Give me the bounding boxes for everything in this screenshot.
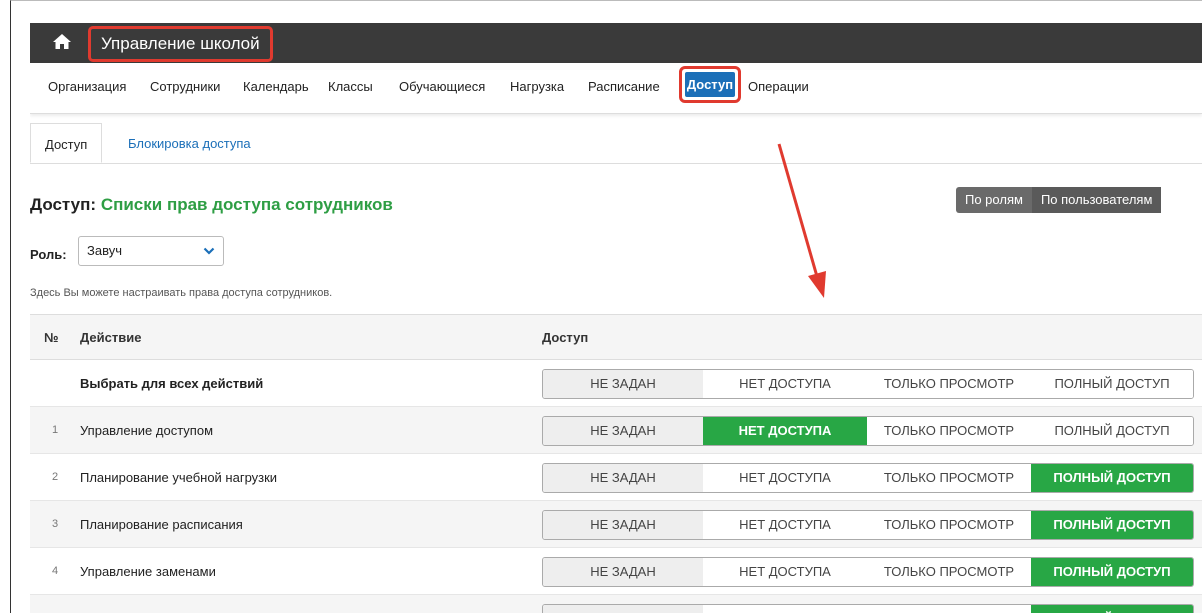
page-title-text: Списки прав доступа сотрудников: [100, 195, 393, 214]
nav-item-employees[interactable]: Сотрудники: [150, 79, 220, 94]
nav-item-access-label: Доступ: [685, 72, 735, 97]
tab-block-access[interactable]: Блокировка доступа: [114, 123, 265, 163]
access-option-no-access[interactable]: НЕТ ДОСТУПА: [703, 511, 867, 539]
row-number: 4: [52, 565, 59, 577]
access-option-not-set[interactable]: НЕ ЗАДАН: [543, 417, 703, 445]
access-option-view-only[interactable]: ТОЛЬКО ПРОСМОТР: [867, 511, 1031, 539]
access-option-not-set[interactable]: НЕ ЗАДАН: [543, 511, 703, 539]
nav-item-classes[interactable]: Классы: [328, 79, 373, 94]
access-group: НЕ ЗАДАННЕТ ДОСТУПАТОЛЬКО ПРОСМОТРПОЛНЫЙ…: [542, 463, 1194, 493]
row-action: Управление заменами: [80, 564, 216, 579]
nav-item-workload[interactable]: Нагрузка: [510, 79, 564, 94]
access-option-view-only[interactable]: ТОЛЬКО ПРОСМОТР: [867, 464, 1031, 492]
access-option-no-access[interactable]: НЕТ ДОСТУПА: [703, 370, 867, 398]
access-table: № Действие Доступ Выбрать для всех дейст…: [30, 314, 1202, 613]
by-roles-button[interactable]: По ролям: [956, 187, 1032, 213]
app-title: Управление школой: [88, 26, 273, 62]
chevron-down-icon: [203, 247, 215, 255]
nav-item-organization[interactable]: Организация: [48, 79, 126, 94]
col-access-header: Доступ: [542, 330, 589, 345]
view-toggle: По ролям По пользователям: [956, 187, 1162, 213]
access-option-view-only[interactable]: ТОЛЬКО ПРОСМОТР: [867, 605, 1031, 613]
tab-access[interactable]: Доступ: [30, 123, 103, 163]
table-header: № Действие Доступ: [30, 314, 1202, 360]
access-option-no-access[interactable]: НЕТ ДОСТУПА: [703, 417, 867, 445]
table-row: 2 Планирование учебной нагрузки НЕ ЗАДАН НЕ…: [30, 454, 1202, 501]
access-option-view-only[interactable]: ТОЛЬКО ПРОСМОТР: [867, 417, 1031, 445]
table-row: 1 Управление доступом НЕ ЗАДАН НЕТ ДОСТУПА Т…: [30, 407, 1202, 454]
row-number: 2: [52, 471, 59, 483]
row-number: 3: [52, 518, 59, 530]
access-group: НЕ ЗАДАННЕТ ДОСТУПАТОЛЬКО ПРОСМОТРПОЛНЫЙ…: [542, 510, 1194, 540]
hint-text: Здесь Вы можете настраивать права доступ…: [30, 287, 333, 299]
access-option-view-only[interactable]: ТОЛЬКО ПРОСМОТР: [867, 370, 1031, 398]
access-option-not-set[interactable]: НЕ ЗАДАН: [543, 605, 703, 613]
row-action: Планирование расписания: [80, 517, 243, 532]
page-title: Доступ: Списки прав доступа сотрудников: [30, 195, 393, 215]
access-option-not-set[interactable]: НЕ ЗАДАН: [543, 558, 703, 586]
access-option-full-access[interactable]: ПОЛНЫЙ ДОСТУП: [1031, 605, 1193, 613]
access-option-full-access[interactable]: ПОЛНЫЙ ДОСТУП: [1031, 417, 1193, 445]
access-option-not-set[interactable]: НЕ ЗАДАН: [543, 464, 703, 492]
access-option-full-access[interactable]: ПОЛНЫЙ ДОСТУП: [1031, 370, 1193, 398]
table-row: 3 Планирование расписания НЕ ЗАДАН НЕТ ДОСТ…: [30, 501, 1202, 548]
row-action: Планирование учебной нагрузки: [80, 470, 278, 485]
access-group: НЕ ЗАДАННЕТ ДОСТУПАТОЛЬКО ПРОСМОТРПОЛНЫЙ…: [542, 416, 1194, 446]
row-number: 1: [52, 424, 59, 436]
access-option-no-access[interactable]: НЕТ ДОСТУПА: [703, 558, 867, 586]
tab-bar: Доступ Блокировка доступа: [30, 123, 1202, 164]
select-all-access-group: НЕ ЗАДАН НЕТ ДОСТУПА ТОЛЬКО ПРОСМОТР ПОЛ…: [542, 369, 1194, 399]
home-icon[interactable]: [52, 32, 72, 52]
page-title-prefix: Доступ:: [30, 195, 97, 214]
col-num-header: №: [44, 330, 59, 345]
col-action-header: Действие: [80, 330, 142, 345]
by-users-button[interactable]: По пользователям: [1031, 187, 1162, 213]
access-group: НЕ ЗАДАННЕТ ДОСТУПАТОЛЬКО ПРОСМОТРПОЛНЫЙ…: [542, 557, 1194, 587]
access-option-view-only[interactable]: ТОЛЬКО ПРОСМОТР: [867, 558, 1031, 586]
access-option-full-access[interactable]: ПОЛНЫЙ ДОСТУП: [1031, 558, 1193, 586]
nav-item-access[interactable]: Доступ: [679, 66, 741, 103]
select-all-row: Выбрать для всех действий НЕ ЗАДАН НЕТ Д…: [30, 360, 1202, 407]
role-select-value: Завуч: [87, 243, 122, 258]
role-label: Роль:: [30, 247, 67, 262]
nav-item-operations[interactable]: Операции: [748, 79, 809, 94]
table-row: 4 Управление заменами НЕ ЗАДАН НЕТ ДОСТУПА Т…: [30, 548, 1202, 595]
access-option-not-set[interactable]: НЕ ЗАДАН: [543, 370, 703, 398]
top-bar: Управление школой: [30, 23, 1202, 63]
access-option-full-access[interactable]: ПОЛНЫЙ ДОСТУП: [1031, 464, 1193, 492]
select-all-label: Выбрать для всех действий: [80, 376, 264, 391]
main-nav: Организация Сотрудники Календарь Классы …: [30, 63, 1202, 114]
nav-item-calendar[interactable]: Календарь: [243, 79, 309, 94]
table-row: 5Управление контрольными работамиНЕ ЗАДА…: [30, 595, 1202, 613]
nav-item-schedule[interactable]: Расписание: [588, 79, 660, 94]
role-select[interactable]: Завуч: [78, 236, 224, 266]
row-action: Управление доступом: [80, 423, 214, 438]
nav-item-students[interactable]: Обучающиеся: [399, 79, 485, 94]
access-option-no-access[interactable]: НЕТ ДОСТУПА: [703, 464, 867, 492]
app-frame: Управление школой Организация Сотрудники…: [30, 23, 1202, 613]
access-group: НЕ ЗАДАННЕТ ДОСТУПАТОЛЬКО ПРОСМОТРПОЛНЫЙ…: [542, 604, 1194, 613]
access-option-no-access[interactable]: НЕТ ДОСТУПА: [703, 605, 867, 613]
access-option-full-access[interactable]: ПОЛНЫЙ ДОСТУП: [1031, 511, 1193, 539]
